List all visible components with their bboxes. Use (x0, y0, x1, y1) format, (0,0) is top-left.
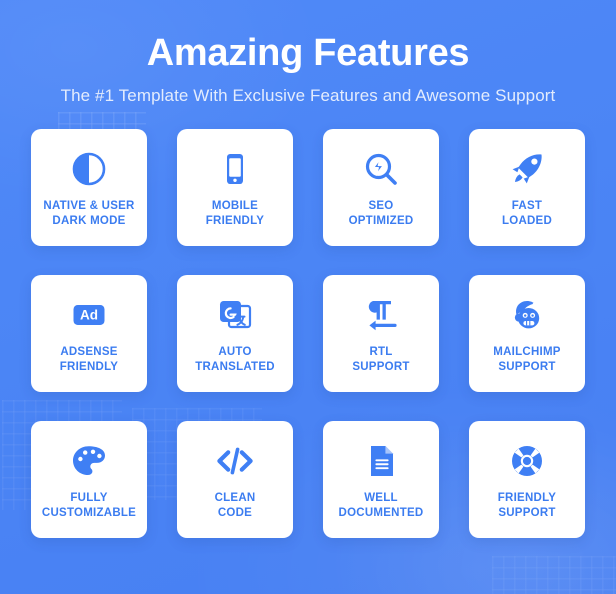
feature-card-adsense-friendly[interactable]: Ad ADSENSE FRIENDLY (31, 275, 147, 392)
feature-card-mailchimp-support[interactable]: MAILCHIMP SUPPORT (469, 275, 585, 392)
feature-card-clean-code[interactable]: CLEAN CODE (177, 421, 293, 538)
dark-mode-icon (69, 149, 109, 189)
feature-card-friendly-support[interactable]: FRIENDLY SUPPORT (469, 421, 585, 538)
feature-card-auto-translated[interactable]: AUTO TRANSLATED (177, 275, 293, 392)
feature-card-mobile-friendly[interactable]: MOBILE FRIENDLY (177, 129, 293, 246)
rtl-pilcrow-arrow-icon (361, 295, 401, 335)
feature-card-label: FAST LOADED (501, 200, 553, 227)
google-translate-icon (215, 295, 255, 335)
feature-card-seo-optimized[interactable]: SEO OPTIMIZED (323, 129, 439, 246)
document-lines-icon (361, 441, 401, 481)
adsense-badge-icon: Ad (69, 295, 109, 335)
feature-card-label: SEO OPTIMIZED (348, 200, 414, 227)
feature-card-label: AUTO TRANSLATED (195, 346, 275, 373)
code-brackets-icon (215, 441, 255, 481)
feature-card-label: RTL SUPPORT (352, 346, 410, 373)
feature-card-label: CLEAN CODE (214, 492, 256, 519)
feature-card-well-documented[interactable]: WELL DOCUMENTED (323, 421, 439, 538)
seo-search-bolt-icon (361, 149, 401, 189)
feature-card-label: MAILCHIMP SUPPORT (493, 346, 561, 373)
feature-card-grid: NATIVE & USER DARK MODE MOBILE FRIENDLY (0, 107, 616, 538)
feature-card-label: MOBILE FRIENDLY (205, 200, 265, 227)
feature-card-label: FRIENDLY SUPPORT (497, 492, 557, 519)
features-section: Amazing Features The #1 Template With Ex… (0, 0, 616, 594)
mailchimp-monkey-icon (507, 295, 547, 335)
feature-card-fast-loaded[interactable]: FAST LOADED (469, 129, 585, 246)
life-ring-icon (507, 441, 547, 481)
feature-card-rtl-support[interactable]: RTL SUPPORT (323, 275, 439, 392)
page-subtitle: The #1 Template With Exclusive Features … (60, 86, 556, 105)
feature-card-label: WELL DOCUMENTED (338, 492, 424, 519)
page-title: Amazing Features (146, 32, 470, 74)
feature-card-label: ADSENSE FRIENDLY (59, 346, 119, 373)
feature-card-fully-customizable[interactable]: FULLY CUSTOMIZABLE (31, 421, 147, 538)
mobile-phone-icon (215, 149, 255, 189)
rocket-icon (507, 149, 547, 189)
adsense-badge-text: Ad (80, 308, 98, 323)
feature-card-label: FULLY CUSTOMIZABLE (41, 492, 137, 519)
hero-header: Amazing Features The #1 Template With Ex… (0, 0, 616, 107)
palette-icon (69, 441, 109, 481)
decorative-dot-grid-right (492, 556, 616, 594)
feature-card-dark-mode[interactable]: NATIVE & USER DARK MODE (31, 129, 147, 246)
feature-card-label: NATIVE & USER DARK MODE (43, 200, 135, 227)
